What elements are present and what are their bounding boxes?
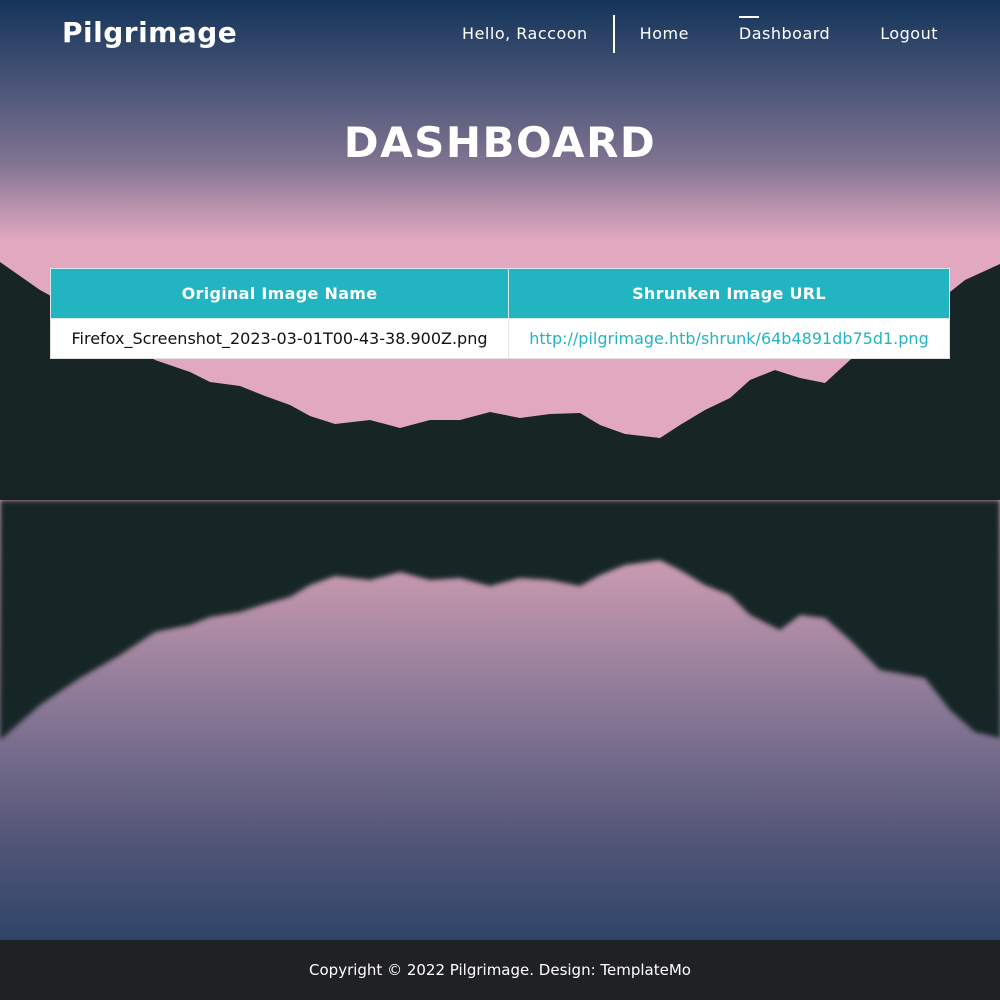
shrunken-image-link[interactable]: http://pilgrimage.htb/shrunk/64b4891db75… bbox=[529, 329, 928, 348]
page-footer: Copyright © 2022 Pilgrimage. Design: Tem… bbox=[0, 940, 1000, 1000]
top-navbar: Pilgrimage Hello, Raccoon Home Dashboard… bbox=[0, 0, 1000, 68]
column-header-shrunken-url: Shrunken Image URL bbox=[508, 268, 950, 319]
page-title: DASHBOARD bbox=[343, 118, 657, 167]
user-greeting: Hello, Raccoon bbox=[462, 15, 615, 53]
nav-dashboard-link[interactable]: Dashboard bbox=[738, 15, 830, 53]
footer-copyright: Copyright © 2022 Pilgrimage. Design: Tem… bbox=[309, 961, 691, 979]
shrunken-url-cell: http://pilgrimage.htb/shrunk/64b4891db75… bbox=[508, 318, 950, 359]
table-row: Firefox_Screenshot_2023-03-01T00-43-38.9… bbox=[50, 318, 950, 359]
nav-home-link[interactable]: Home bbox=[640, 15, 689, 53]
brand-logo[interactable]: Pilgrimage bbox=[62, 16, 237, 49]
images-table: Original Image Name Shrunken Image URL F… bbox=[50, 268, 950, 359]
column-header-original-name: Original Image Name bbox=[50, 268, 509, 319]
original-image-name-cell: Firefox_Screenshot_2023-03-01T00-43-38.9… bbox=[50, 318, 509, 359]
nav-logout-link[interactable]: Logout bbox=[880, 15, 938, 53]
images-table-container: Original Image Name Shrunken Image URL F… bbox=[50, 268, 950, 359]
nav-links: Hello, Raccoon Home Dashboard Logout bbox=[462, 15, 938, 53]
table-header-row: Original Image Name Shrunken Image URL bbox=[50, 268, 950, 319]
